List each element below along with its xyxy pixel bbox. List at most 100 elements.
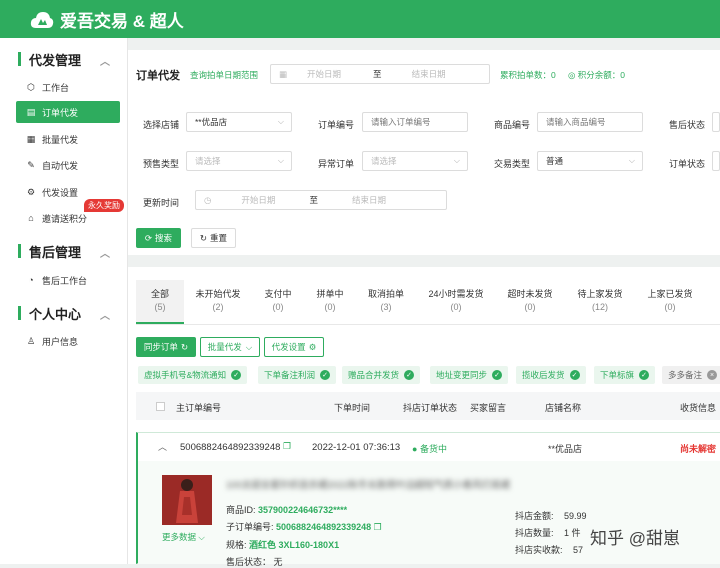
reset-button[interactable]: ↻ 重置 bbox=[191, 228, 236, 248]
status-dot-icon: ● bbox=[412, 444, 418, 454]
chip-address-sync[interactable]: 地址变更同步 ✓ bbox=[430, 366, 509, 384]
tab-ship-in-24h[interactable]: 24小时需发货 (0) bbox=[424, 280, 488, 314]
tab-cancelled[interactable]: 取消拍单 (3) bbox=[362, 280, 410, 314]
sidebar-item-aftersale-workbench[interactable]: ◔ 售后工作台 bbox=[16, 269, 120, 291]
sidebar-item-user-info[interactable]: ♙ 用户信息 bbox=[16, 330, 120, 352]
chevron-up-icon[interactable]: ︿ bbox=[100, 307, 110, 322]
check-icon: ✓ bbox=[404, 370, 415, 380]
section-title-personal[interactable]: 个人中心 ︿ bbox=[0, 303, 128, 323]
sidebar-item-batch-daifa[interactable]: ▦ 批量代发 bbox=[16, 128, 120, 150]
chip-label: 下单标旗 bbox=[600, 370, 635, 380]
sidebar-item-order-daifa[interactable]: ▤ 订单代发 bbox=[16, 101, 120, 123]
aftersale-value: 无 bbox=[273, 557, 283, 567]
order-no-input[interactable] bbox=[362, 112, 468, 132]
qty-value: 1 件 bbox=[564, 528, 581, 538]
search-button[interactable]: ⟳ 搜索 bbox=[136, 228, 181, 248]
section-bar bbox=[18, 306, 21, 320]
dress-illustration bbox=[162, 475, 212, 525]
decrypt-status[interactable]: 尚未解密 bbox=[680, 442, 716, 455]
tab-label: 待上家发货 bbox=[577, 289, 623, 299]
aftersale-icon: ◔ bbox=[28, 275, 34, 285]
total-orders-count: 累积拍单数：0 bbox=[500, 70, 556, 80]
copy-icon[interactable]: ❐ bbox=[374, 522, 382, 532]
goods-id-line: 商品ID: 357900224646732**** bbox=[226, 503, 347, 516]
date-range-label: 查询拍单日期范围 bbox=[190, 70, 259, 80]
gift-icon: ⌂ bbox=[28, 213, 34, 223]
check-icon: ✓ bbox=[231, 370, 242, 380]
goods-id-label: 商品ID: bbox=[226, 505, 256, 515]
chip-ship-after-pickup[interactable]: 揽收后发货 ✓ bbox=[516, 366, 586, 384]
range-separator: 至 bbox=[309, 195, 318, 205]
doudian-qty-line: 抖店数量: 1 件 bbox=[515, 526, 581, 539]
zhihu-watermark: 知乎 @甜崽 bbox=[590, 529, 680, 548]
sidebar-item-invite-points[interactable]: ⌂ 邀请送积分 永久奖励 bbox=[16, 199, 124, 229]
tab-not-started[interactable]: 未开始代发 (2) bbox=[192, 280, 244, 314]
chevron-up-icon[interactable]: ︿ bbox=[100, 53, 110, 68]
chip-pdd-remark[interactable]: 多多备注 × bbox=[662, 366, 720, 384]
sub-order-value[interactable]: 5006882464892339248 bbox=[276, 522, 371, 532]
tab-supplier-shipped[interactable]: 上家已发货 (0) bbox=[640, 280, 700, 314]
tab-paying[interactable]: 支付中 (0) bbox=[258, 280, 298, 314]
product-image[interactable] bbox=[162, 475, 212, 525]
chip-gift-merge[interactable]: 赠品合并发货 ✓ bbox=[342, 366, 421, 384]
sidebar-item-label: 用户信息 bbox=[42, 336, 79, 347]
query-date-range-input[interactable]: ▦ 开始日期 至 结束日期 bbox=[270, 64, 490, 84]
sidebar-item-auto-daifa[interactable]: ✎ 自动代发 bbox=[16, 154, 120, 176]
brand-logo[interactable]: 爱吾交易 & 超人 bbox=[30, 7, 184, 32]
goods-id-value[interactable]: 357900224646732**** bbox=[258, 505, 347, 515]
order-icon: ▤ bbox=[26, 106, 36, 117]
trade-type-value: 普通 bbox=[546, 156, 564, 166]
chevron-down-icon: ⌵ bbox=[277, 156, 284, 165]
section-bar bbox=[18, 52, 21, 66]
top-bar: 爱吾交易 & 超人 bbox=[0, 0, 720, 38]
tab-label: 取消拍单 bbox=[367, 289, 404, 299]
chip-order-flag[interactable]: 下单标旗 ✓ bbox=[594, 366, 656, 384]
order-status-select[interactable] bbox=[712, 151, 720, 171]
more-data-toggle[interactable]: 更多数据 ⌵ bbox=[162, 531, 205, 543]
shop-select-value: **优品店 bbox=[195, 117, 228, 127]
col-order-no: 主订单编号 bbox=[176, 403, 222, 413]
daifa-settings-label: 代发设置 bbox=[271, 342, 306, 352]
chevron-up-icon[interactable]: ︿ bbox=[100, 245, 110, 260]
spec-value: 酒红色 3XL160-180X1 bbox=[249, 540, 340, 550]
sidebar-item-workbench[interactable]: ⬡ 工作台 bbox=[16, 76, 120, 98]
tab-label: 超时未发货 bbox=[507, 289, 553, 299]
collapse-chevron-icon[interactable]: ︿ bbox=[158, 440, 167, 453]
goods-no-input[interactable] bbox=[537, 112, 643, 132]
batch-daifa-dropdown[interactable]: 批量代发 ⌵ bbox=[200, 337, 260, 357]
chip-order-remark-profit[interactable]: 下单备注利润 ✓ bbox=[258, 366, 337, 384]
presale-type-select[interactable]: 请选择 ⌵ bbox=[186, 151, 292, 171]
tab-awaiting-supplier[interactable]: 待上家发货 (12) bbox=[570, 280, 630, 314]
tab-count: (3) bbox=[380, 302, 392, 312]
copy-icon[interactable]: ❐ bbox=[283, 441, 291, 452]
aftersale-status-select[interactable] bbox=[712, 112, 720, 132]
shop-select[interactable]: **优品店 ⌵ bbox=[186, 112, 292, 132]
tab-all[interactable]: 全部 (5) bbox=[136, 280, 184, 324]
tab-overdue[interactable]: 超时未发货 (0) bbox=[502, 280, 558, 314]
col-buyer-message: 买家留言 bbox=[470, 403, 507, 413]
tab-group-buying[interactable]: 拼单中 (0) bbox=[310, 280, 350, 314]
trade-type-select[interactable]: 普通 ⌵ bbox=[537, 151, 643, 171]
daifa-settings-button[interactable]: 代发设置 ⚙ bbox=[264, 337, 324, 357]
batch-daifa-label: 批量代发 bbox=[207, 342, 242, 352]
end-date-placeholder: 结束日期 bbox=[351, 195, 386, 205]
sync-orders-button[interactable]: 同步订单 ↻ bbox=[136, 337, 196, 357]
aftersale-label: 售后状态： bbox=[226, 557, 272, 567]
section-title-aftersale[interactable]: 售后管理 ︿ bbox=[0, 241, 128, 261]
col-shop-name: 店铺名称 bbox=[545, 403, 582, 413]
chip-label: 地址变更同步 bbox=[436, 370, 488, 380]
clock-icon: ◷ bbox=[204, 194, 212, 205]
chip-virtual-phone[interactable]: 虚拟手机号&物流通知 ✓ bbox=[138, 366, 248, 384]
select-all-checkbox[interactable] bbox=[156, 402, 165, 411]
cloud-logo-icon bbox=[30, 11, 54, 28]
chevron-down-icon: ⌵ bbox=[245, 341, 253, 352]
section-title-daifa[interactable]: 代发管理 ︿ bbox=[0, 49, 128, 69]
product-title[interactable]: 100太妞全套针织连衣裙2022秋冬长款荷叶边超短气质小香风打底裙 bbox=[226, 477, 510, 491]
abnormal-order-select[interactable]: 请选择 ⌵ bbox=[362, 151, 468, 171]
paid-label: 抖店实收款: bbox=[515, 545, 563, 555]
tab-count: (0) bbox=[272, 302, 284, 312]
goods-no-label: 商品编号 bbox=[494, 120, 531, 130]
more-data-label: 更多数据 bbox=[162, 532, 197, 542]
chevron-down-icon: ⌵ bbox=[277, 117, 284, 126]
update-time-range-input[interactable]: ◷ 开始日期 至 结束日期 bbox=[195, 190, 447, 210]
